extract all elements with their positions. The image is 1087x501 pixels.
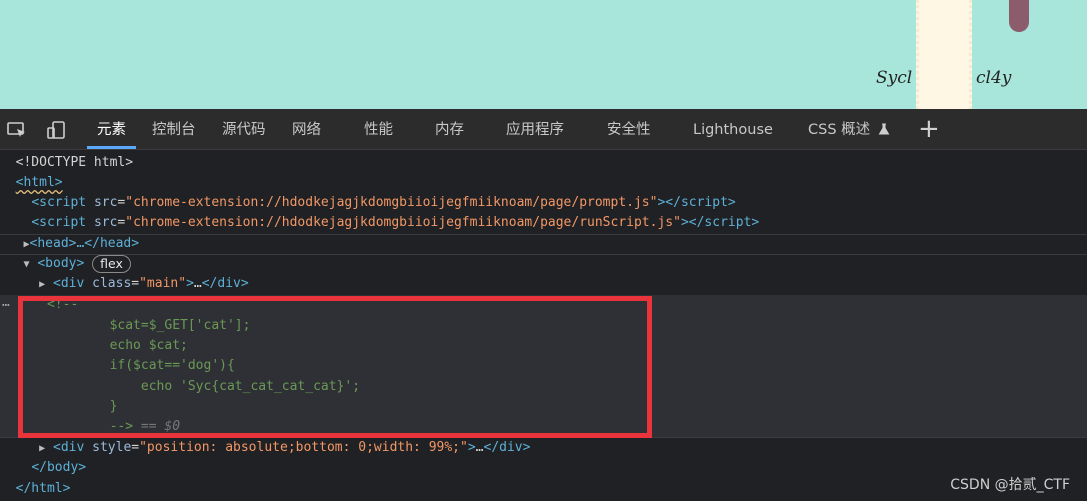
dom-head-collapsed[interactable]: ▶<head>…</head> bbox=[0, 234, 1087, 254]
html-close-tag: </html> bbox=[15, 481, 71, 496]
tab-css-overview-label: CSS 概述 bbox=[808, 122, 871, 138]
tab-application[interactable]: 应用程序 bbox=[506, 109, 564, 150]
dom-script-runscript[interactable]: <script src="chrome-extension://hdodkeja… bbox=[0, 213, 1087, 233]
watermark: CSDN @拾贰_CTF bbox=[950, 477, 1070, 493]
div-main-class-value: "main" bbox=[139, 276, 187, 291]
device-toolbar-icon[interactable] bbox=[45, 120, 67, 140]
div-style-value: "position: absolute;bottom: 0;width: 99%… bbox=[139, 440, 468, 455]
tab-network[interactable]: 网络 bbox=[292, 109, 321, 150]
collapsed-ellipsis: … bbox=[193, 276, 202, 291]
highlight-annotation-box bbox=[18, 296, 652, 438]
doctype-text: <!DOCTYPE html> bbox=[15, 155, 134, 170]
tab-memory[interactable]: 内存 bbox=[435, 109, 464, 150]
tab-elements[interactable]: 元素 bbox=[87, 109, 136, 150]
tab-security[interactable]: 安全性 bbox=[607, 109, 651, 150]
flask-icon bbox=[878, 123, 890, 135]
dom-div-main[interactable]: ▶ <div class="main">…</div> bbox=[0, 274, 1087, 294]
script-tag-name: script bbox=[39, 195, 87, 210]
tab-console[interactable]: 控制台 bbox=[152, 109, 196, 150]
inspect-element-icon[interactable] bbox=[6, 120, 28, 140]
script-attr-name: src bbox=[93, 195, 118, 210]
dom-div-absolute[interactable]: ▶ <div style="position: absolute;bottom:… bbox=[0, 438, 1087, 458]
web-page-viewport: Sycl cl4y bbox=[0, 0, 1087, 109]
expand-triangle-icon[interactable]: ▶ bbox=[39, 443, 45, 454]
tab-css-overview[interactable]: CSS 概述 bbox=[808, 109, 890, 150]
tab-sources[interactable]: 源代码 bbox=[222, 109, 266, 150]
script-src-prompt: "chrome-extension://hdodkejagjkdomgbiioi… bbox=[125, 195, 658, 210]
dom-body-close[interactable]: </body> bbox=[0, 458, 1087, 478]
dom-script-prompt[interactable]: <script src="chrome-extension://hdodkeja… bbox=[0, 193, 1087, 213]
tab-lighthouse[interactable]: Lighthouse bbox=[693, 109, 773, 150]
body-open-tag: <body> bbox=[37, 256, 85, 271]
page-brand-left: Sycl bbox=[876, 68, 913, 88]
dom-doctype[interactable]: <!DOCTYPE html> bbox=[0, 153, 1087, 173]
script-src-runscript: "chrome-extension://hdodkejagjkdomgbiioi… bbox=[125, 215, 681, 230]
dom-body-open[interactable]: ▼ <body> flex bbox=[0, 254, 1087, 274]
dom-html-open[interactable]: <html> bbox=[0, 173, 1087, 193]
expand-triangle-icon[interactable]: ▶ bbox=[39, 279, 45, 290]
head-tag: <head>…</head> bbox=[29, 236, 140, 251]
add-tab-button[interactable]: + bbox=[918, 109, 940, 150]
tab-performance[interactable]: 性能 bbox=[364, 109, 393, 150]
page-brand-right: cl4y bbox=[976, 68, 1012, 88]
dom-html-close[interactable]: </html> bbox=[0, 479, 1087, 499]
devtools-tabbar: 元素 控制台 源代码 网络 性能 内存 应用程序 安全性 Lighthouse … bbox=[0, 109, 1087, 150]
html-open-tag: <html> bbox=[15, 175, 63, 190]
decorative-stick bbox=[1009, 0, 1029, 32]
body-close-tag: </body> bbox=[31, 460, 87, 475]
decorative-cake-column bbox=[916, 0, 972, 109]
flex-badge[interactable]: flex bbox=[92, 254, 131, 273]
collapse-triangle-icon[interactable]: ▼ bbox=[23, 259, 29, 270]
